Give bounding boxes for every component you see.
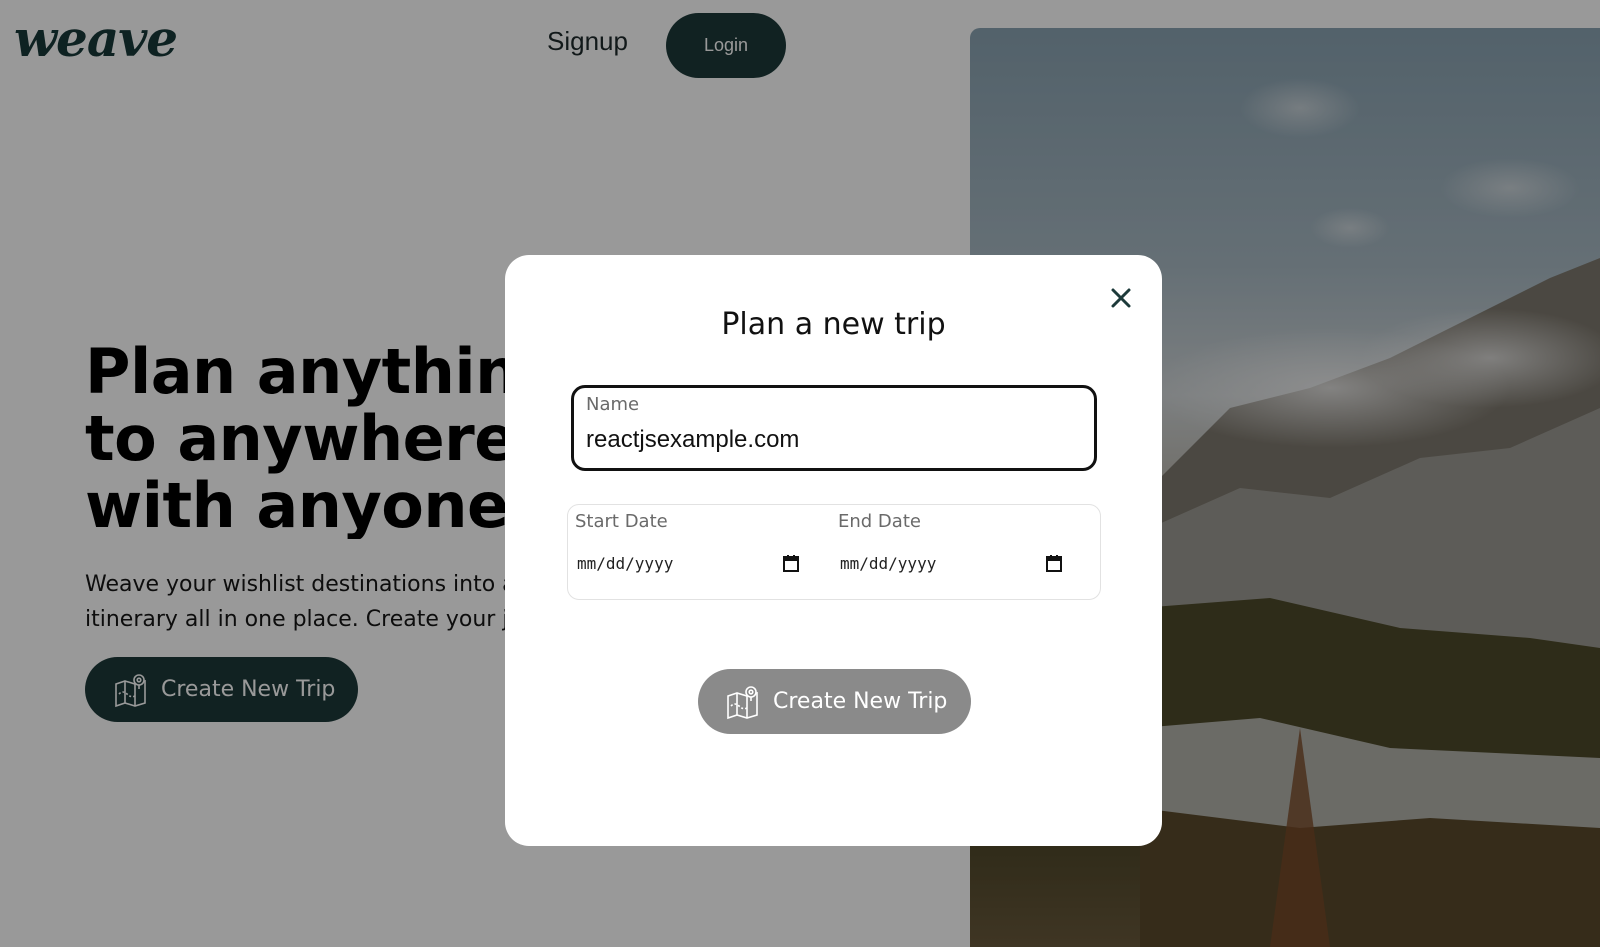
end-date-input[interactable]: mm/dd/yyyy (840, 550, 1062, 576)
start-date-label: Start Date (575, 511, 668, 532)
end-date-placeholder: mm/dd/yyyy (840, 553, 937, 573)
calendar-icon[interactable] (1046, 554, 1062, 572)
name-field[interactable]: Name (571, 385, 1097, 471)
modal-title: Plan a new trip (721, 307, 946, 342)
modal-create-new-trip-label: Create New Trip (773, 689, 948, 714)
new-trip-modal: Plan a new trip Name Start Date mm/dd/yy… (505, 255, 1162, 846)
name-label: Name (586, 394, 640, 415)
name-input[interactable] (586, 426, 1076, 454)
calendar-icon[interactable] (783, 554, 799, 572)
start-date-input[interactable]: mm/dd/yyyy (577, 550, 799, 576)
modal-create-new-trip-button[interactable]: Create New Trip (698, 669, 971, 734)
map-pin-icon (725, 684, 761, 720)
date-range-group: Start Date mm/dd/yyyy End Date mm/dd/yyy… (567, 504, 1101, 600)
start-date-placeholder: mm/dd/yyyy (577, 553, 674, 573)
end-date-label: End Date (838, 511, 921, 532)
